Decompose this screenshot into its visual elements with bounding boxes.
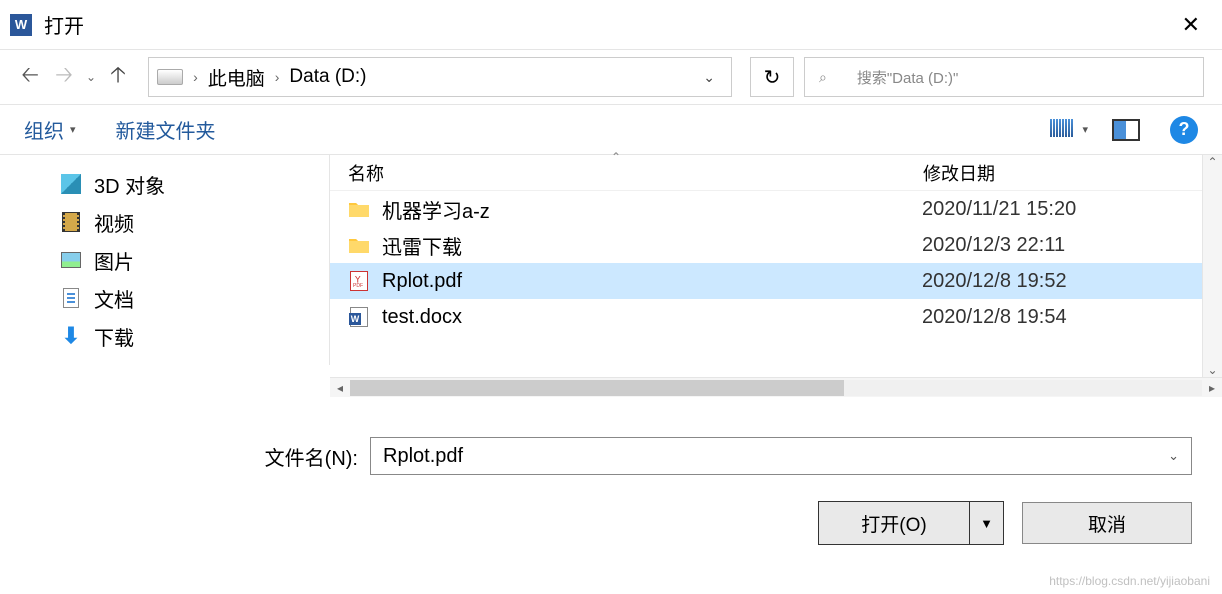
sidebar-item-label: 视频 (94, 208, 134, 237)
view-options-button[interactable] (1050, 119, 1076, 141)
vertical-scrollbar[interactable]: ⌃ ⌄ (1202, 155, 1222, 377)
bottom-panel: 文件名(N): Rplot.pdf ⌄ 打开(O) ▼ 取消 (0, 397, 1222, 565)
pictures-icon (60, 249, 82, 271)
column-name-header[interactable]: 名称 (348, 160, 923, 186)
file-row[interactable]: 机器学习a-z 2020/11/21 15:20 (330, 191, 1222, 227)
watermark: https://blog.csdn.net/yijiaobani (1049, 574, 1210, 588)
filename-input[interactable]: Rplot.pdf ⌄ (370, 437, 1192, 475)
scroll-thumb[interactable] (350, 380, 844, 396)
scroll-left-icon[interactable]: ◂ (330, 381, 350, 395)
breadcrumb-item[interactable]: Data (D:) (289, 66, 366, 88)
word-app-icon (10, 14, 32, 36)
folder-icon (348, 198, 370, 220)
disk-icon (157, 69, 183, 85)
search-icon: ⌕ (819, 69, 827, 86)
new-folder-label: 新建文件夹 (116, 115, 216, 144)
open-button-group: 打开(O) ▼ (818, 501, 1004, 545)
file-name: test.docx (382, 306, 922, 329)
file-list: 机器学习a-z 2020/11/21 15:20 迅雷下载 2020/12/3 … (330, 191, 1222, 377)
scroll-up-icon[interactable]: ⌃ (1207, 155, 1217, 169)
sidebar-item-label: 3D 对象 (94, 170, 165, 199)
file-date: 2020/11/21 15:20 (922, 198, 1076, 221)
titlebar: 打开 ✕ (0, 0, 1222, 50)
filename-row: 文件名(N): Rplot.pdf ⌄ (30, 437, 1192, 475)
scroll-down-icon[interactable]: ⌄ (1207, 363, 1217, 377)
open-button[interactable]: 打开(O) (819, 502, 969, 544)
folder-icon (348, 234, 370, 256)
window-title: 打开 (44, 10, 84, 39)
caret-down-icon: ▾ (70, 123, 76, 136)
content-area: ⌃ 3D 对象 视频 图片 文档 ⬇ 下载 (0, 155, 1222, 397)
preview-pane-button[interactable] (1112, 119, 1140, 141)
file-name: 迅雷下载 (382, 231, 922, 260)
word-icon (348, 306, 370, 328)
column-date-header[interactable]: 修改日期 (923, 160, 1222, 186)
file-row[interactable]: 迅雷下载 2020/12/3 22:11 (330, 227, 1222, 263)
chevron-right-icon: › (275, 69, 280, 85)
toolbar: 组织 ▾ 新建文件夹 ▾ ? (0, 105, 1222, 155)
back-button[interactable]: 🡠 (18, 65, 42, 89)
file-name: Rplot.pdf (382, 270, 922, 293)
sidebar-item-3d[interactable]: 3D 对象 (60, 165, 329, 203)
download-icon: ⬇ (60, 325, 82, 347)
up-button[interactable]: 🡡 (106, 65, 130, 89)
column-headers: 名称 修改日期 (330, 155, 1222, 191)
nav-bar: 🡠 🡢 ⌄ 🡡 › 此电脑 › Data (D:) ⌄ ↻ ⌕ 搜索"Data … (0, 50, 1222, 105)
organize-button[interactable]: 组织 ▾ (24, 115, 76, 144)
organize-label: 组织 (24, 115, 64, 144)
sidebar-item-label: 下载 (94, 322, 134, 351)
open-split-button[interactable]: ▼ (969, 502, 1003, 544)
button-row: 打开(O) ▼ 取消 (30, 501, 1192, 545)
help-button[interactable]: ? (1170, 116, 1198, 144)
file-row[interactable]: Rplot.pdf 2020/12/8 19:52 (330, 263, 1222, 299)
sidebar: 3D 对象 视频 图片 文档 ⬇ 下载 (0, 155, 330, 365)
file-date: 2020/12/3 22:11 (922, 234, 1065, 257)
file-row[interactable]: test.docx 2020/12/8 19:54 (330, 299, 1222, 335)
chevron-right-icon: › (193, 69, 198, 85)
video-icon (60, 211, 82, 233)
horizontal-scrollbar[interactable]: ◂ ▸ (330, 377, 1222, 397)
view-dropdown-icon[interactable]: ▾ (1082, 123, 1088, 136)
sidebar-item-label: 图片 (94, 246, 134, 275)
sidebar-item-documents[interactable]: 文档 (60, 279, 329, 317)
file-date: 2020/12/8 19:54 (922, 306, 1067, 329)
filename-value: Rplot.pdf (383, 445, 463, 468)
close-button[interactable]: ✕ (1170, 4, 1212, 46)
refresh-button[interactable]: ↻ (750, 57, 794, 97)
sidebar-item-downloads[interactable]: ⬇ 下载 (60, 317, 329, 355)
file-list-area: 名称 修改日期 机器学习a-z 2020/11/21 15:20 迅雷下载 20… (330, 155, 1222, 397)
new-folder-button[interactable]: 新建文件夹 (116, 115, 216, 144)
sidebar-item-videos[interactable]: 视频 (60, 203, 329, 241)
breadcrumb-item[interactable]: 此电脑 (208, 64, 265, 91)
breadcrumb-dropdown[interactable]: ⌄ (695, 69, 723, 86)
cancel-button[interactable]: 取消 (1022, 502, 1192, 544)
sidebar-item-label: 文档 (94, 284, 134, 313)
filename-dropdown-icon[interactable]: ⌄ (1168, 448, 1179, 464)
search-input[interactable]: ⌕ 搜索"Data (D:)" (804, 57, 1204, 97)
scroll-track[interactable] (350, 380, 1202, 396)
sidebar-item-pictures[interactable]: 图片 (60, 241, 329, 279)
history-dropdown[interactable]: ⌄ (86, 70, 96, 84)
file-date: 2020/12/8 19:52 (922, 270, 1067, 293)
search-placeholder: 搜索"Data (D:)" (857, 67, 959, 88)
scroll-right-icon[interactable]: ▸ (1202, 381, 1222, 395)
documents-icon (60, 287, 82, 309)
file-name: 机器学习a-z (382, 195, 922, 224)
3d-objects-icon (60, 173, 82, 195)
forward-button[interactable]: 🡢 (52, 65, 76, 89)
filename-label: 文件名(N): (265, 442, 358, 471)
pdf-icon (348, 270, 370, 292)
breadcrumb[interactable]: › 此电脑 › Data (D:) ⌄ (148, 57, 732, 97)
